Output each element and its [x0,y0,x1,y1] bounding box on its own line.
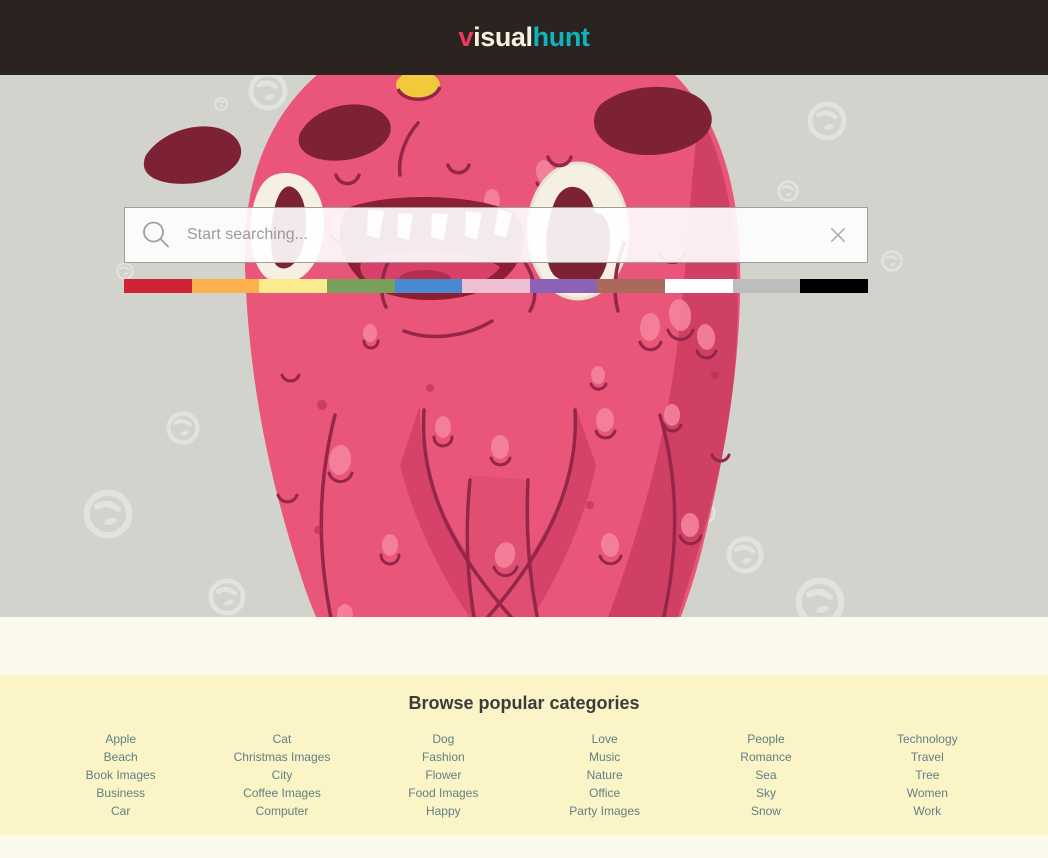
category-column-2: Cat Christmas Images City Coffee Images Comp… [201,730,362,820]
logo-part-hunt: hunt [532,22,590,52]
category-link-flower[interactable]: Flower [363,766,524,784]
category-link-people[interactable]: People [685,730,846,748]
category-link-music[interactable]: Music [524,748,685,766]
hero-section: We hunt free high quality stock photos. [0,75,1048,617]
search-container [124,207,868,263]
category-link-coffee-images[interactable]: Coffee Images [201,784,362,802]
category-link-book-images[interactable]: Book Images [40,766,201,784]
color-swatch-yellow[interactable] [259,279,327,293]
search-icon [139,218,173,252]
category-link-city[interactable]: City [201,766,362,784]
categories-title: Browse popular categories [408,693,640,713]
categories-section: Browse popular categories Apple Beach Book… [0,675,1048,835]
category-link-women[interactable]: Women [847,784,1008,802]
logo-part-v: v [458,22,474,52]
category-link-travel[interactable]: Travel [847,748,1008,766]
color-swatch-orange[interactable] [191,279,260,293]
category-link-party-images[interactable]: Party Images [524,802,685,820]
category-link-christmas-images[interactable]: Christmas Images [201,748,362,766]
color-swatch-white[interactable] [665,279,733,293]
category-column-3: Dog Fashion Flower Food Images Happy [363,730,524,820]
category-link-car[interactable]: Car [40,802,201,820]
category-link-nature[interactable]: Nature [524,766,685,784]
color-filter-bar [124,279,869,293]
category-link-technology[interactable]: Technology [847,730,1008,748]
category-link-snow[interactable]: Snow [685,802,846,820]
site-logo[interactable]: visualhunt [458,24,589,51]
footer-strip [0,835,1048,858]
category-link-romance[interactable]: Romance [685,748,846,766]
category-column-6: Technology Travel Tree Women Work [847,730,1008,820]
category-link-beach[interactable]: Beach [40,748,201,766]
logo-part-isual: isual [473,22,533,52]
category-column-4: Love Music Nature Office Party Images [524,730,685,820]
close-icon[interactable] [825,222,851,248]
category-link-sky[interactable]: Sky [685,784,846,802]
color-swatch-black[interactable] [800,279,869,293]
category-link-dog[interactable]: Dog [363,730,524,748]
color-swatch-pink[interactable] [462,279,530,293]
category-link-work[interactable]: Work [847,802,1008,820]
color-swatch-green[interactable] [326,279,395,293]
search-box[interactable] [124,207,868,263]
category-link-sea[interactable]: Sea [685,766,846,784]
color-swatch-gray[interactable] [732,279,801,293]
category-column-1: Apple Beach Book Images Business Car [40,730,201,820]
categories-columns: Apple Beach Book Images Business Car Cat Chris… [0,730,1048,820]
category-link-computer[interactable]: Computer [201,802,362,820]
category-link-cat[interactable]: Cat [201,730,362,748]
category-link-food-images[interactable]: Food Images [363,784,524,802]
category-link-happy[interactable]: Happy [363,802,524,820]
monster-illustration [0,75,1048,617]
category-link-fashion[interactable]: Fashion [363,748,524,766]
category-link-tree[interactable]: Tree [847,766,1008,784]
category-link-apple[interactable]: Apple [40,730,201,748]
color-swatch-red[interactable] [124,279,192,293]
category-column-5: People Romance Sea Sky Snow [685,730,846,820]
color-swatch-brown[interactable] [597,279,666,293]
color-swatch-blue[interactable] [394,279,463,293]
color-swatch-purple[interactable] [529,279,598,293]
category-link-office[interactable]: Office [524,784,685,802]
category-link-business[interactable]: Business [40,784,201,802]
category-link-love[interactable]: Love [524,730,685,748]
search-input[interactable] [173,226,825,244]
site-header: visualhunt [0,0,1048,75]
